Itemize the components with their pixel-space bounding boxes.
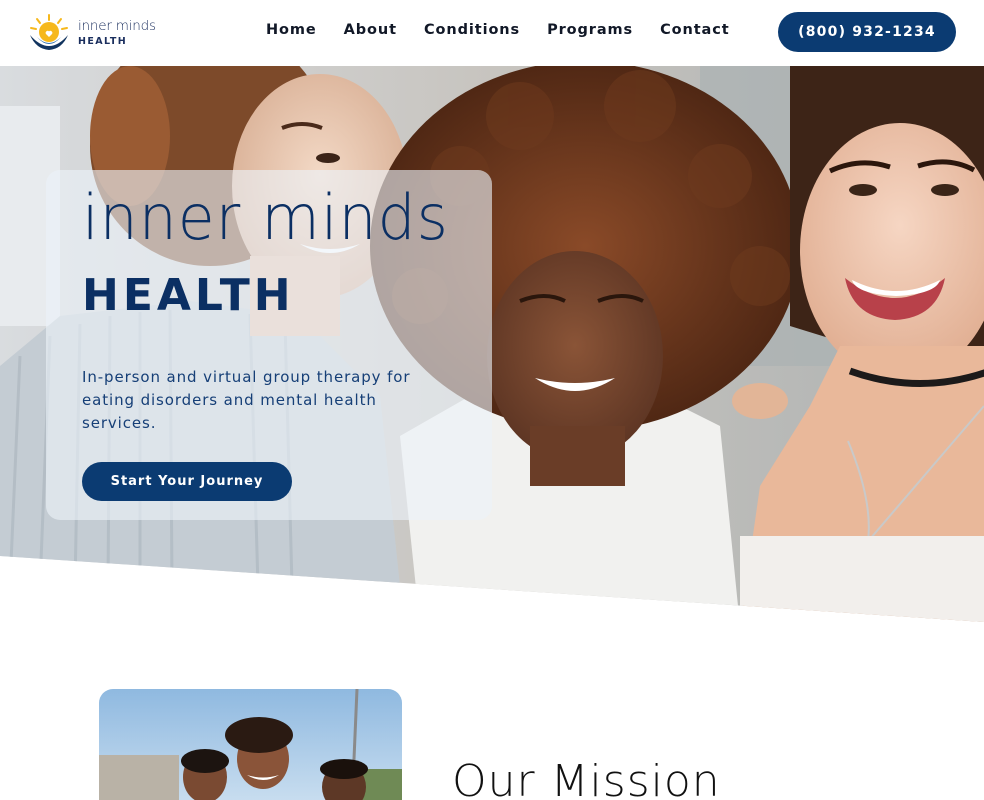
logo-name-line1: inner minds (78, 18, 156, 34)
nav-item-programs[interactable]: Programs (547, 22, 633, 38)
nav-item-contact[interactable]: Contact (660, 22, 729, 38)
hero-title-line2: HEALTH (82, 270, 295, 321)
logo-name-line2: HEALTH (78, 35, 128, 47)
nav-item-home[interactable]: Home (266, 22, 317, 38)
hero-subtitle: In-person and virtual group therapy for … (82, 368, 411, 432)
mission-photo (99, 689, 402, 800)
hero-title-line1: inner minds (82, 181, 449, 255)
site-logo[interactable]: inner minds HEALTH (28, 12, 158, 54)
mission-title: Our Mission (452, 756, 721, 800)
nav-item-about[interactable]: About (344, 22, 397, 38)
nav-item-conditions[interactable]: Conditions (424, 22, 520, 38)
start-journey-button[interactable]: Start Your Journey (82, 462, 292, 501)
hero-card: inner minds HEALTH In-person and virtual… (46, 170, 492, 520)
main-nav: Home About Conditions Programs Contact (266, 22, 757, 38)
phone-call-button[interactable]: (800) 932-1234 (778, 12, 956, 52)
sun-hands-icon (28, 13, 70, 53)
hero-section: inner minds HEALTH In-person and virtual… (0, 66, 984, 622)
site-header: inner minds HEALTH Home About Conditions… (0, 0, 984, 66)
